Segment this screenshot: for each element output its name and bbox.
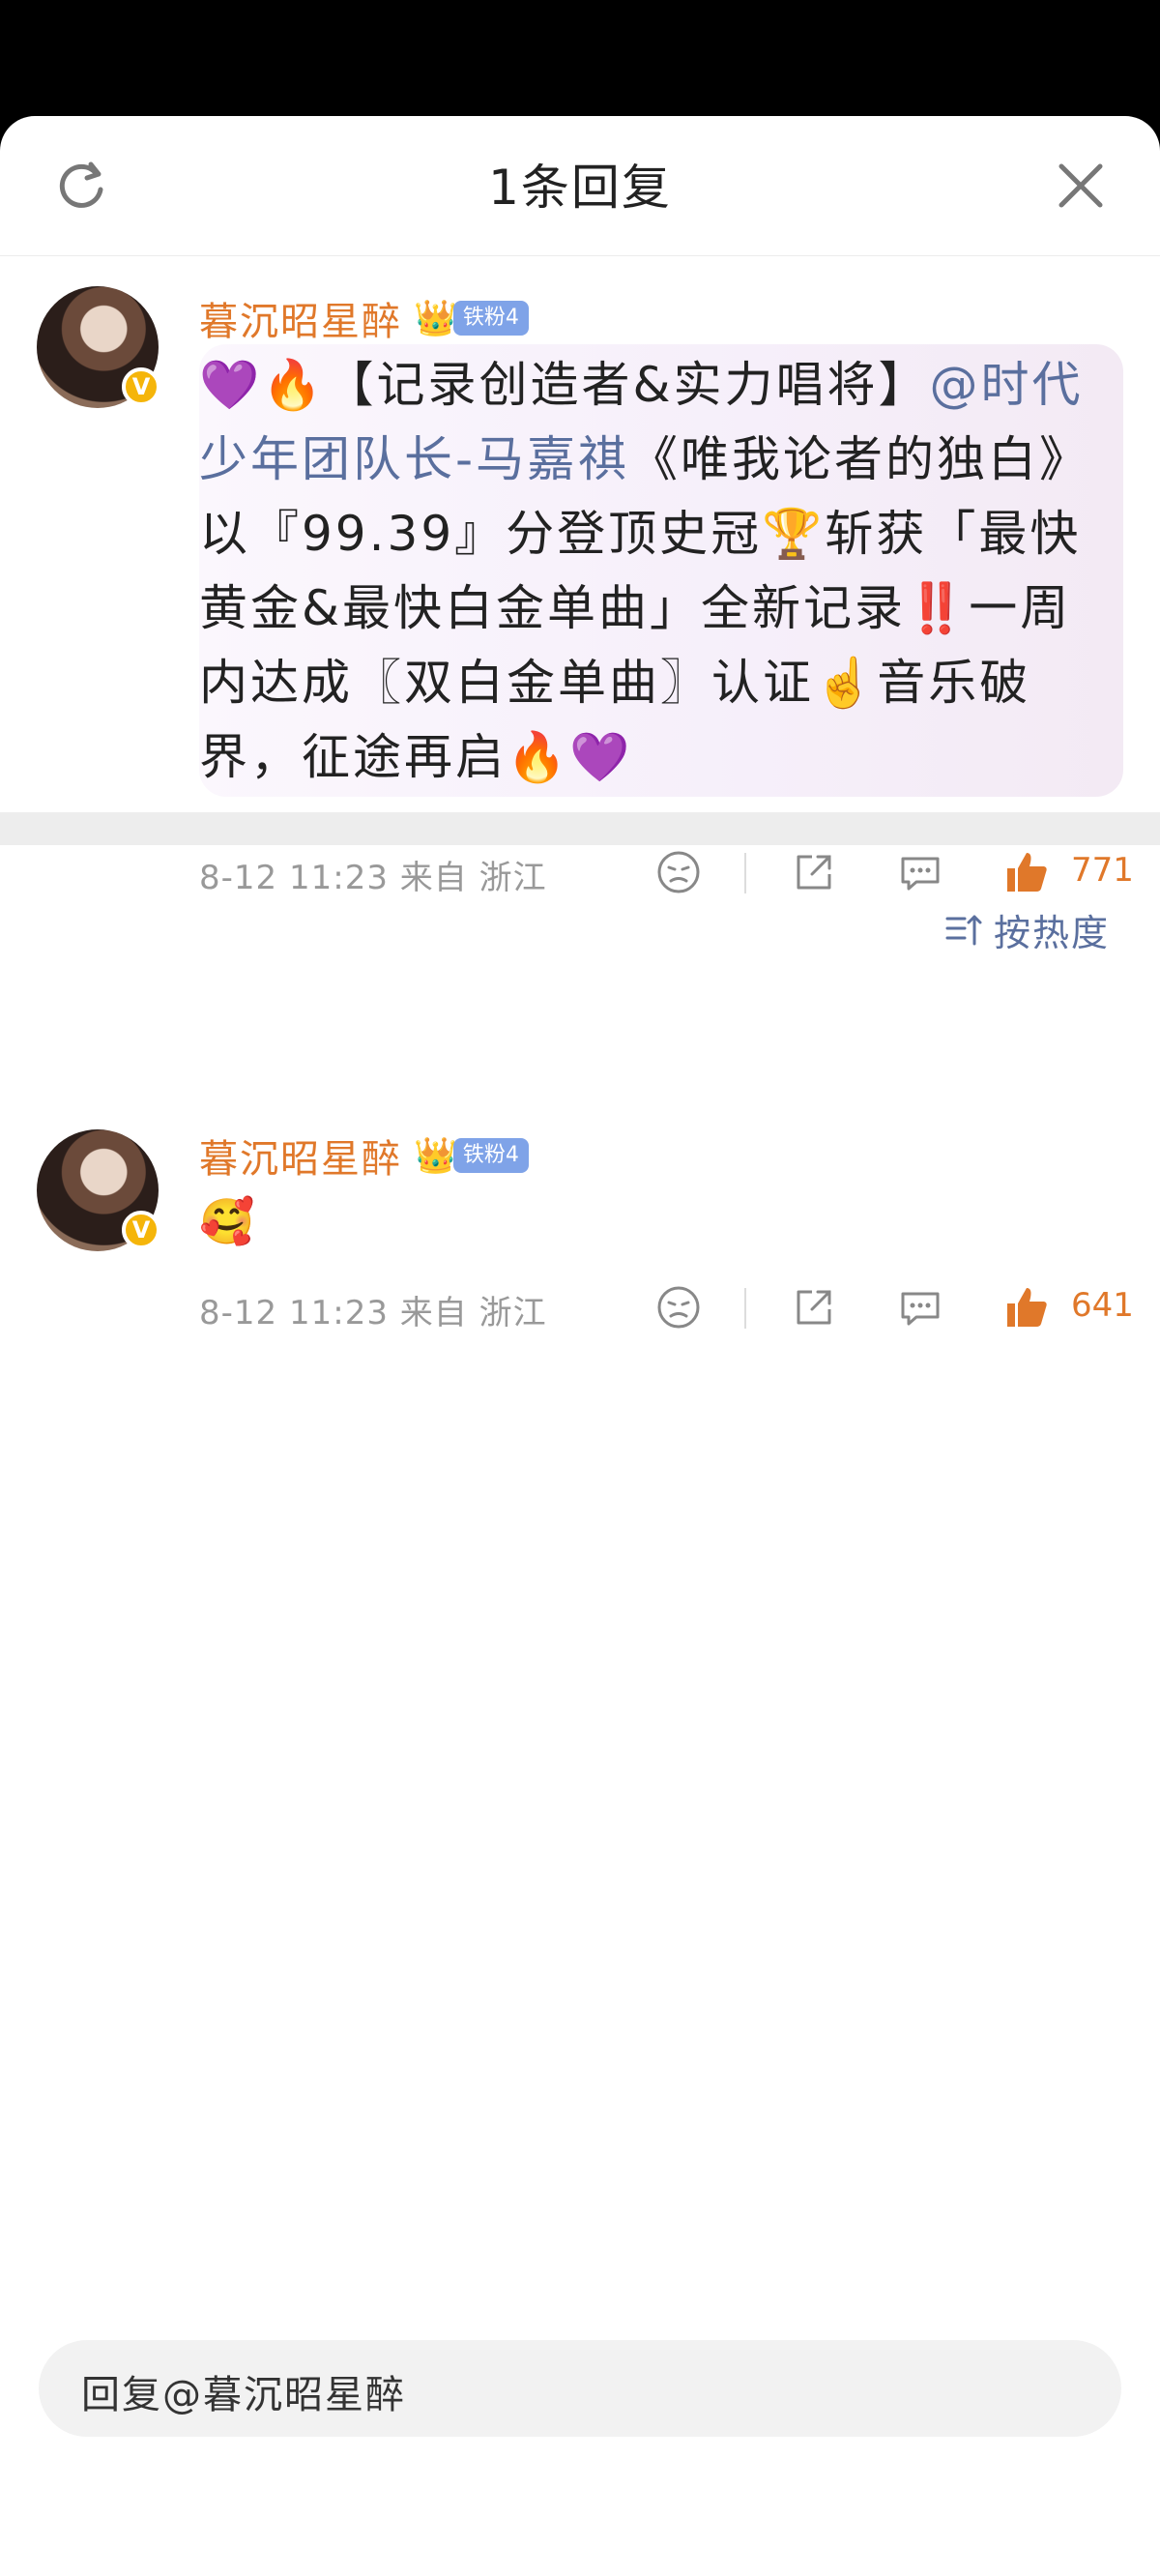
reply-meta-row: 8-12 11:23 来自 浙江 641 xyxy=(199,1278,1134,1336)
dislike-face-icon xyxy=(657,1286,700,1329)
reply-text: 🥰 xyxy=(199,1195,255,1247)
crown-icon: 👑 xyxy=(414,1136,457,1176)
fan-badge[interactable]: 铁粉4 xyxy=(452,301,529,336)
meta-divider xyxy=(744,1288,746,1329)
avatar[interactable]: V xyxy=(37,1129,160,1251)
meta-divider xyxy=(744,853,746,893)
reply-username[interactable]: 暮沉昭星醉 xyxy=(199,1127,402,1184)
comment-button[interactable] xyxy=(891,1278,949,1336)
thumbs-up-icon xyxy=(1007,1288,1047,1327)
sort-icon xyxy=(945,915,982,945)
share-button[interactable] xyxy=(785,843,843,901)
avatar[interactable]: V xyxy=(37,286,160,408)
comment-icon xyxy=(901,1292,940,1326)
reply-input-placeholder: 回复@暮沉昭星醉 xyxy=(81,2373,406,2417)
comment-text-prefix: 💜🔥【记录创造者&实力唱将】 xyxy=(199,357,930,413)
comment-button[interactable] xyxy=(891,843,949,901)
sheet-header: 1条回复 xyxy=(0,116,1160,256)
comment-timestamp: 8-12 11:23 来自 浙江 xyxy=(199,859,547,897)
reply-input[interactable]: 回复@暮沉昭星醉 xyxy=(39,2340,1121,2437)
share-icon xyxy=(797,1290,831,1325)
like-count: 771 xyxy=(1071,851,1134,890)
verified-badge-icon: V xyxy=(122,1211,160,1249)
comment-text: 💜🔥【记录创造者&实力唱将】@时代少年团队长-马嘉祺《唯我论者的独白》以『99.… xyxy=(199,348,1108,795)
share-icon xyxy=(797,855,831,890)
like-button[interactable] xyxy=(998,1278,1056,1336)
reply-timestamp: 8-12 11:23 来自 浙江 xyxy=(199,1294,547,1332)
close-icon[interactable] xyxy=(1056,161,1106,211)
comment-username[interactable]: 暮沉昭星醉 xyxy=(199,290,402,346)
like-count: 641 xyxy=(1071,1286,1134,1325)
thumbs-up-icon xyxy=(1007,853,1047,892)
comment-author-row: 暮沉昭星醉 👑 铁粉4 xyxy=(199,290,529,346)
share-button[interactable] xyxy=(785,1278,843,1336)
reply-author-row: 暮沉昭星醉 👑 铁粉4 xyxy=(199,1127,529,1184)
comment-meta-row: 8-12 11:23 来自 浙江 771 xyxy=(199,843,1134,901)
section-divider xyxy=(0,812,1160,845)
verified-badge-icon: V xyxy=(122,367,160,406)
page-title: 1条回复 xyxy=(488,160,672,216)
dislike-button[interactable] xyxy=(650,1278,708,1336)
dislike-button[interactable] xyxy=(650,843,708,901)
dislike-face-icon xyxy=(657,851,700,893)
sort-button[interactable]: 按热度 xyxy=(945,903,1110,956)
sort-label: 按热度 xyxy=(993,912,1110,954)
crown-icon: 👑 xyxy=(414,299,457,338)
fan-badge[interactable]: 铁粉4 xyxy=(452,1138,529,1173)
like-button[interactable] xyxy=(998,843,1056,901)
comment-icon xyxy=(901,857,940,891)
